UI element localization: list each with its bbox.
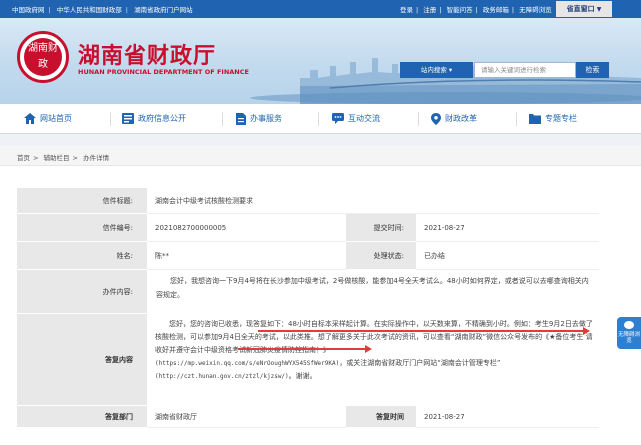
folder-icon [529, 114, 541, 124]
nav-interaction-label: 互动交流 [348, 114, 380, 123]
site-header: 湖南财政 湖南省财政厅 HUNAN PROVINCIAL DEPARTMENT … [0, 18, 641, 104]
link-mof[interactable]: 中华人民共和国财政部 [57, 6, 122, 14]
nav-divider [516, 112, 517, 126]
accessibility-icon [624, 321, 634, 329]
top-links-right: 登录 | 注册 | 智能问答 | 政务邮箱 | 无障碍浏览 [400, 4, 555, 14]
letter-title-label: 信件标题: [17, 188, 147, 214]
separator: | [48, 6, 51, 14]
breadcrumb-separator: > [72, 154, 78, 162]
submit-time-value: 2021-08-27 [416, 214, 599, 242]
breadcrumb-path: 首页 > 辅助栏目 > 办件详情 [17, 152, 112, 162]
breadcrumb: 首页 > 辅助栏目 > 办件详情 [0, 146, 641, 166]
accessibility-float-label: 无障碍浏览 [617, 332, 640, 344]
nav-divider [418, 112, 419, 126]
reply-dept-value: 湖南省财政厅 [147, 406, 346, 428]
nav-special-topics[interactable]: 专题专栏 [529, 112, 577, 126]
annotation-arrow-icon [583, 327, 590, 335]
annotation-underline [238, 348, 366, 350]
nav-finance-reform[interactable]: 财政改革 [431, 112, 477, 126]
name-value: 陈** [147, 242, 346, 270]
nav-gov-info[interactable]: 政府信息公开 [122, 112, 186, 126]
reply-link-portal[interactable]: (http://czt.hunan.gov.cn/ztzl/kjzsw/) [155, 373, 289, 380]
top-links-left: 中国政府网 | 中华人民共和国财政部 | 湖南省政府门户网站 [12, 4, 197, 14]
reply-text-end: 。谢谢。 [288, 372, 317, 380]
letter-number-value: 2021082700000005 [147, 214, 346, 242]
site-title: 湖南省财政厅 [78, 43, 217, 69]
letter-title-value: 湖南会计中级考试核酸检测要求 [147, 188, 599, 214]
reply-text: 您好，您的咨询已收悉，现答复如下：48小时自标本采样起计算。在实际操作中，以天数… [155, 320, 593, 354]
accessibility-float-button[interactable]: 无障碍浏览 [617, 317, 641, 349]
nav-interaction[interactable]: 互动交流 [332, 112, 380, 126]
breadcrumb-current: 办件详情 [83, 154, 110, 162]
document-icon [236, 112, 246, 125]
nav-divider [110, 112, 111, 126]
search-button[interactable]: 检索 [576, 62, 609, 78]
reply-link-wechat[interactable]: (https://mp.weixin.qq.com/s/eNrOoughWYX5… [155, 360, 339, 367]
search-input[interactable] [474, 62, 576, 78]
submit-time-label: 提交时间: [346, 214, 416, 242]
nav-special-topics-label: 专题专栏 [545, 114, 577, 123]
separator: | [511, 6, 515, 14]
top-bar: 中国政府网 | 中华人民共和国财政部 | 湖南省政府门户网站 登录 | 注册 | 智能问… [0, 0, 641, 18]
reply-label: 答复内容 [17, 314, 147, 406]
reply-content: 您好，您的咨询已收悉，现答复如下：48小时自标本采样起计算。在实际操作中，以天数… [147, 314, 599, 406]
main-nav: 网站首页 政府信息公开 办事服务 互动交流 财政改革 专题专栏 [0, 104, 641, 134]
nav-home[interactable]: 网站首页 [24, 112, 72, 126]
status-label: 处理状态: [346, 242, 416, 270]
separator: | [439, 6, 442, 14]
nav-gov-info-label: 政府信息公开 [138, 114, 186, 123]
site-logo[interactable]: 湖南财政 [17, 31, 69, 83]
province-window-label: 省直窗口 [566, 5, 595, 13]
nav-divider [222, 112, 223, 126]
reply-time-value: 2021-08-27 [416, 406, 599, 428]
link-china-gov[interactable]: 中国政府网 [12, 6, 45, 14]
accessibility-link[interactable]: 无障碍浏览 [519, 6, 552, 14]
reply-dept-label: 答复部门 [17, 406, 147, 428]
link-hunan-gov[interactable]: 湖南省政府门户网站 [134, 6, 193, 14]
location-icon [431, 112, 441, 125]
reply-text-mid: ，或关注湖南省财政厅门户网站“湖南会计管理专栏” [339, 359, 501, 367]
search-scope-label: 站内搜索 [420, 66, 447, 74]
nav-home-label: 网站首页 [40, 114, 72, 123]
spacer-band [0, 134, 641, 146]
nav-finance-reform-label: 财政改革 [445, 114, 477, 123]
nav-services[interactable]: 办事服务 [236, 112, 282, 126]
chevron-down-icon: ▼ [596, 6, 602, 13]
annotation-underline [258, 330, 584, 332]
breadcrumb-separator: > [33, 154, 39, 162]
separator: | [125, 6, 128, 14]
smart-qa-link[interactable]: 智能问答 [447, 6, 473, 14]
content-value: 您好，我想咨询一下9月4号将在长沙参加中级考试，2号做核酸，能参加4号全天考试么… [156, 277, 589, 299]
register-link[interactable]: 注册 [423, 6, 436, 14]
name-label: 姓名: [17, 242, 147, 270]
reply-time-label: 答复时间 [346, 406, 416, 428]
info-icon [122, 113, 134, 124]
nav-divider [318, 112, 319, 126]
content-label: 办件内容: [17, 270, 147, 314]
home-icon [24, 113, 36, 124]
annotation-arrow-icon [365, 345, 372, 353]
nav-services-label: 办事服务 [250, 114, 282, 123]
search-scope-select[interactable]: 站内搜索 ▾ [400, 62, 473, 78]
letter-number-label: 信件编号: [17, 214, 147, 242]
logo-text: 湖南财政 [24, 38, 62, 76]
status-value: 已办结 [416, 242, 599, 270]
separator: | [475, 6, 478, 14]
gov-mail-link[interactable]: 政务邮箱 [483, 6, 509, 14]
login-link[interactable]: 登录 [400, 6, 413, 14]
province-window-button[interactable]: 省直窗口 ▼ [556, 1, 612, 17]
site-subtitle: HUNAN PROVINCIAL DEPARTMENT OF FINANCE [78, 68, 249, 76]
separator: | [416, 6, 419, 14]
breadcrumb-home[interactable]: 首页 [17, 154, 30, 162]
breadcrumb-aux[interactable]: 辅助栏目 [44, 154, 70, 162]
chat-icon [332, 113, 344, 124]
